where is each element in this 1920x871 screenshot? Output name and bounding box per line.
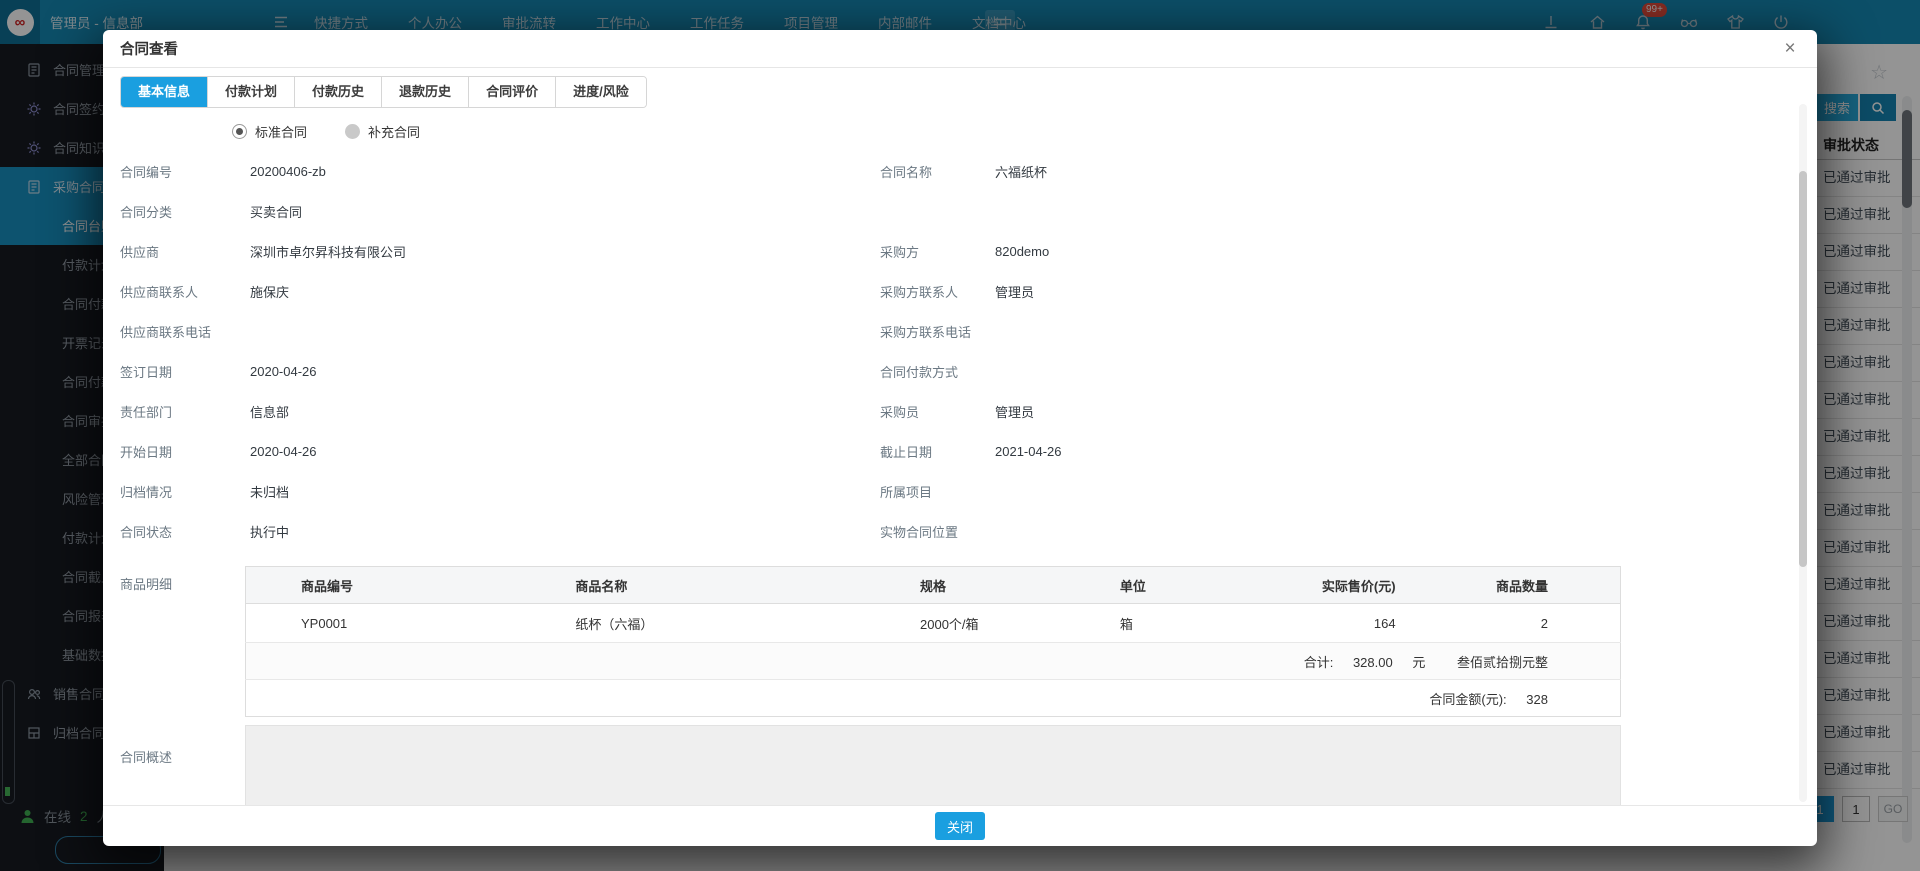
contract-amount-value: 328 <box>1526 692 1548 707</box>
field-value-contract-name: 六福纸杯 <box>995 162 1817 181</box>
col-unit: 单位 <box>1090 567 1250 604</box>
field-label-supplier-contact: 供应商联系人 <box>120 282 250 301</box>
cell-actual-price: 164 <box>1250 604 1420 643</box>
field-value-responsible-dept: 信息部 <box>250 402 880 421</box>
total-caps: 叁佰贰拾捌元整 <box>1457 655 1548 670</box>
total-amount: 328.00 <box>1353 655 1393 670</box>
field-label-responsible-dept: 责任部门 <box>120 402 250 421</box>
total-unit: 元 <box>1412 655 1425 670</box>
contract-view-modal: 合同查看 × 基本信息 付款计划 付款历史 退款历史 合同评价 进度/风险 标准… <box>103 30 1817 846</box>
field-value-end-date: 2021-04-26 <box>995 444 1817 459</box>
contract-overview-section: 合同概述 <box>120 725 1817 806</box>
field-value-contract-no: 20200406-zb <box>250 164 880 179</box>
cell-product-no: YP0001 <box>246 604 521 643</box>
field-label-supplier: 供应商 <box>120 242 250 261</box>
screen: ∞ 管理员 - 信息部 快捷方式 个人办公 审批流转 工作中心 工作任务 项目管… <box>0 0 1920 871</box>
field-value-signing-date: 2020-04-26 <box>250 364 880 379</box>
field-value-archive-status: 未归档 <box>250 482 880 501</box>
table-total-row: 合计: 328.00 元 叁佰贰拾捌元整 <box>246 643 1621 680</box>
field-label-purchaser: 采购方 <box>880 242 995 261</box>
field-label-product-detail: 商品明细 <box>120 566 245 717</box>
field-label-contract-status: 合同状态 <box>120 522 250 541</box>
field-label-overview: 合同概述 <box>120 725 245 806</box>
col-product-no: 商品编号 <box>246 567 521 604</box>
modal-header: 合同查看 <box>103 30 1817 68</box>
table-amount-row: 合同金额(元): 328 <box>246 680 1621 717</box>
field-label-purchaser-contact: 采购方联系人 <box>880 282 995 301</box>
field-value-buyer: 管理员 <box>995 402 1817 421</box>
field-value-contract-status: 执行中 <box>250 522 880 541</box>
contract-form: 标准合同 补充合同 合同编号 20200406-zb 合同名称 六福纸杯 合同分… <box>120 111 1817 551</box>
table-row: YP0001 纸杯（六福） 2000个/箱 箱 164 2 <box>246 604 1621 643</box>
contract-type-radios: 标准合同 补充合同 <box>232 122 1817 141</box>
field-label-payment-method: 合同付款方式 <box>880 362 995 381</box>
total-label: 合计: <box>1304 655 1334 670</box>
radio-unchecked-icon[interactable] <box>345 124 360 139</box>
table-header-row: 商品编号 商品名称 规格 单位 实际售价(元) 商品数量 <box>246 567 1621 604</box>
field-label-end-date: 截止日期 <box>880 442 995 461</box>
field-label-archive-status: 归档情况 <box>120 482 250 501</box>
field-label-project: 所属项目 <box>880 482 995 501</box>
close-icon[interactable]: × <box>1777 36 1803 62</box>
field-label-contract-category: 合同分类 <box>120 202 250 221</box>
field-value-contract-category: 买卖合同 <box>250 202 880 221</box>
contract-amount-label: 合同金额(元): <box>1429 692 1506 707</box>
field-label-signing-date: 签订日期 <box>120 362 250 381</box>
modal-footer: 关闭 <box>103 805 1817 846</box>
modal-scrollbar-thumb[interactable] <box>1799 171 1807 567</box>
cell-quantity: 2 <box>1420 604 1621 643</box>
field-label-contract-name: 合同名称 <box>880 162 995 181</box>
cell-spec: 2000个/箱 <box>890 604 1090 643</box>
field-label-start-date: 开始日期 <box>120 442 250 461</box>
field-value-purchaser-contact: 管理员 <box>995 282 1817 301</box>
field-label-buyer: 采购员 <box>880 402 995 421</box>
field-value-supplier-contact: 施保庆 <box>250 282 880 301</box>
radio-supplementary-contract[interactable]: 补充合同 <box>345 122 420 141</box>
modal-title: 合同查看 <box>120 38 178 59</box>
field-label-supplier-phone: 供应商联系电话 <box>120 322 250 341</box>
col-spec: 规格 <box>890 567 1090 604</box>
radio-standard-contract[interactable]: 标准合同 <box>232 122 307 141</box>
close-button[interactable]: 关闭 <box>935 812 985 840</box>
product-detail-table: 商品编号 商品名称 规格 单位 实际售价(元) 商品数量 YP0001 纸杯（六… <box>245 566 1621 717</box>
field-label-contract-no: 合同编号 <box>120 162 250 181</box>
modal-body: 标准合同 补充合同 合同编号 20200406-zb 合同名称 六福纸杯 合同分… <box>103 100 1817 806</box>
col-product-name: 商品名称 <box>520 567 890 604</box>
field-label-physical-location: 实物合同位置 <box>880 522 995 541</box>
field-label-purchaser-phone: 采购方联系电话 <box>880 322 995 341</box>
field-value-purchaser: 820demo <box>995 244 1817 259</box>
radio-checked-icon[interactable] <box>232 124 247 139</box>
cell-product-name: 纸杯（六福） <box>520 604 890 643</box>
col-actual-price: 实际售价(元) <box>1250 567 1420 604</box>
col-quantity: 商品数量 <box>1420 567 1621 604</box>
field-value-start-date: 2020-04-26 <box>250 444 880 459</box>
contract-overview-textarea[interactable] <box>245 725 1621 806</box>
cell-unit: 箱 <box>1090 604 1250 643</box>
field-value-supplier: 深圳市卓尔昇科技有限公司 <box>250 242 880 261</box>
product-detail-section: 商品明细 商品编号 商品名称 规格 单位 实际售价(元) 商品数量 YP0001… <box>120 566 1817 717</box>
